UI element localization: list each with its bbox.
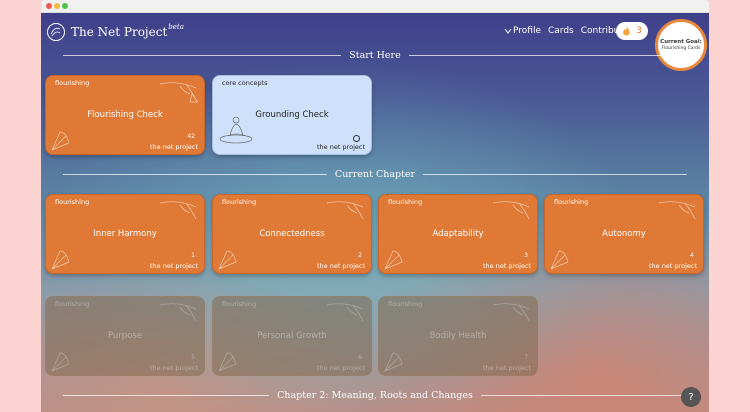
section-title: Chapter 2: Meaning, Roots and Changes — [277, 389, 473, 401]
card-autonomy[interactable]: flourishing Autonomy 4 the net project — [544, 194, 704, 274]
ginkgo-leaf-icon — [159, 82, 199, 103]
card-title: Flourishing Check — [87, 110, 163, 120]
current-goal-badge[interactable]: Current Goal: Flourishing Cards — [655, 19, 707, 71]
status-circle-icon — [353, 135, 360, 142]
card-title: Adaptability — [432, 229, 484, 239]
card-grounding-check[interactable]: core concepts Grounding Check the net pr… — [212, 75, 372, 155]
card-title: Bodily Health — [429, 331, 487, 341]
ginkgo-leaf-icon — [326, 201, 364, 220]
card-number: 4 — [690, 252, 694, 259]
card-adaptability[interactable]: flourishing Adaptability 3 the net proje… — [378, 194, 538, 274]
card-number: 2 — [358, 252, 362, 259]
card-title: Purpose — [107, 331, 143, 341]
card-title: Inner Harmony — [93, 229, 157, 239]
card-brand: the net project — [648, 262, 697, 270]
card-tag: flourishing — [388, 300, 423, 308]
window-titlebar — [41, 0, 709, 13]
card-title: Grounding Check — [255, 110, 329, 120]
card-brand: the net project — [316, 262, 365, 270]
ginkgo-fan-icon — [218, 352, 237, 372]
card-tag: flourishing — [388, 198, 423, 206]
help-button[interactable]: ? — [681, 387, 701, 407]
card-tag: flourishing — [55, 198, 90, 206]
card-brand: the net project — [316, 143, 365, 151]
card-brand: the net project — [149, 143, 198, 151]
card-number: 5 — [191, 354, 195, 361]
card-brand: the net project — [482, 262, 531, 270]
card-personal-growth-locked: flourishing Personal Growth 6 the net pr… — [212, 296, 372, 376]
card-title: Autonomy — [602, 229, 646, 239]
ginkgo-leaf-icon — [658, 201, 696, 220]
card-tag: flourishing — [222, 300, 257, 308]
ginkgo-fan-icon — [550, 250, 569, 270]
divider — [63, 54, 342, 56]
minimize-window-button[interactable] — [54, 3, 60, 9]
divider — [423, 173, 688, 175]
card-tag: flourishing — [55, 79, 90, 87]
goal-title: Current Goal: — [660, 39, 702, 45]
app-logo[interactable]: The Net Project beta — [47, 23, 184, 41]
ginkgo-fan-icon — [51, 250, 70, 270]
section-chapter-2: Chapter 2: Meaning, Roots and Changes — [63, 388, 687, 402]
card-number: 7 — [524, 354, 528, 361]
card-flourishing-check[interactable]: flourishing Flourishing Check 42 the net… — [45, 75, 205, 155]
card-inner-harmony[interactable]: flourishing Inner Harmony 1 the net proj… — [45, 194, 205, 274]
chevron-down-icon[interactable] — [504, 27, 512, 36]
fire-icon — [623, 26, 630, 36]
section-title: Current Chapter — [334, 168, 416, 180]
card-brand: the net project — [316, 364, 365, 372]
card-brand: the net project — [149, 364, 198, 372]
ginkgo-fan-icon — [384, 352, 403, 372]
ginkgo-fan-icon — [218, 250, 237, 270]
divider — [63, 394, 270, 396]
main-content: The Net Project beta Profile Cards Contr… — [41, 13, 709, 412]
browser-window: The Net Project beta Profile Cards Contr… — [41, 0, 709, 412]
card-bodily-health-locked: flourishing Bodily Health 7 the net proj… — [378, 296, 538, 376]
ginkgo-leaf-icon — [492, 201, 530, 220]
card-number: 42 — [187, 133, 195, 140]
divider — [480, 394, 687, 396]
section-current-chapter: Current Chapter — [63, 167, 688, 181]
card-brand: the net project — [482, 364, 531, 372]
card-tag: flourishing — [222, 198, 257, 206]
card-number: 1 — [191, 252, 195, 259]
close-window-button[interactable] — [46, 3, 52, 9]
ginkgo-fan-icon — [384, 250, 403, 270]
card-number: 3 — [524, 252, 528, 259]
maximize-window-button[interactable] — [62, 3, 68, 9]
card-brand: the net project — [149, 262, 198, 270]
card-title: Connectedness — [259, 229, 325, 239]
ginkgo-leaf-icon — [159, 201, 197, 220]
card-number: 6 — [358, 354, 362, 361]
streak-badge[interactable]: 3 — [616, 22, 648, 40]
card-tag: core concepts — [222, 79, 268, 87]
ginkgo-leaf-icon — [492, 303, 530, 322]
net-logo-icon — [47, 23, 65, 41]
ginkgo-fan-icon — [51, 352, 70, 372]
ginkgo-leaf-icon — [159, 303, 197, 322]
ginkgo-leaf-icon — [326, 303, 364, 322]
nav-profile-link[interactable]: Profile — [513, 26, 541, 36]
card-purpose-locked: flourishing Purpose 5 the net project — [45, 296, 205, 376]
section-title: Start Here — [349, 49, 401, 61]
streak-count: 3 — [636, 26, 642, 36]
card-connectedness[interactable]: flourishing Connectedness 2 the net proj… — [212, 194, 372, 274]
nav-cards-link[interactable]: Cards — [548, 26, 574, 36]
card-tag: flourishing — [554, 198, 589, 206]
divider — [408, 54, 688, 56]
beta-label: beta — [168, 23, 184, 31]
card-tag: flourishing — [55, 300, 90, 308]
card-title: Personal Growth — [257, 331, 327, 341]
divider — [63, 173, 327, 175]
section-start-here: Start Here — [63, 48, 688, 62]
app-title: The Net Project — [71, 25, 168, 39]
ginkgo-fan-icon — [51, 131, 70, 151]
